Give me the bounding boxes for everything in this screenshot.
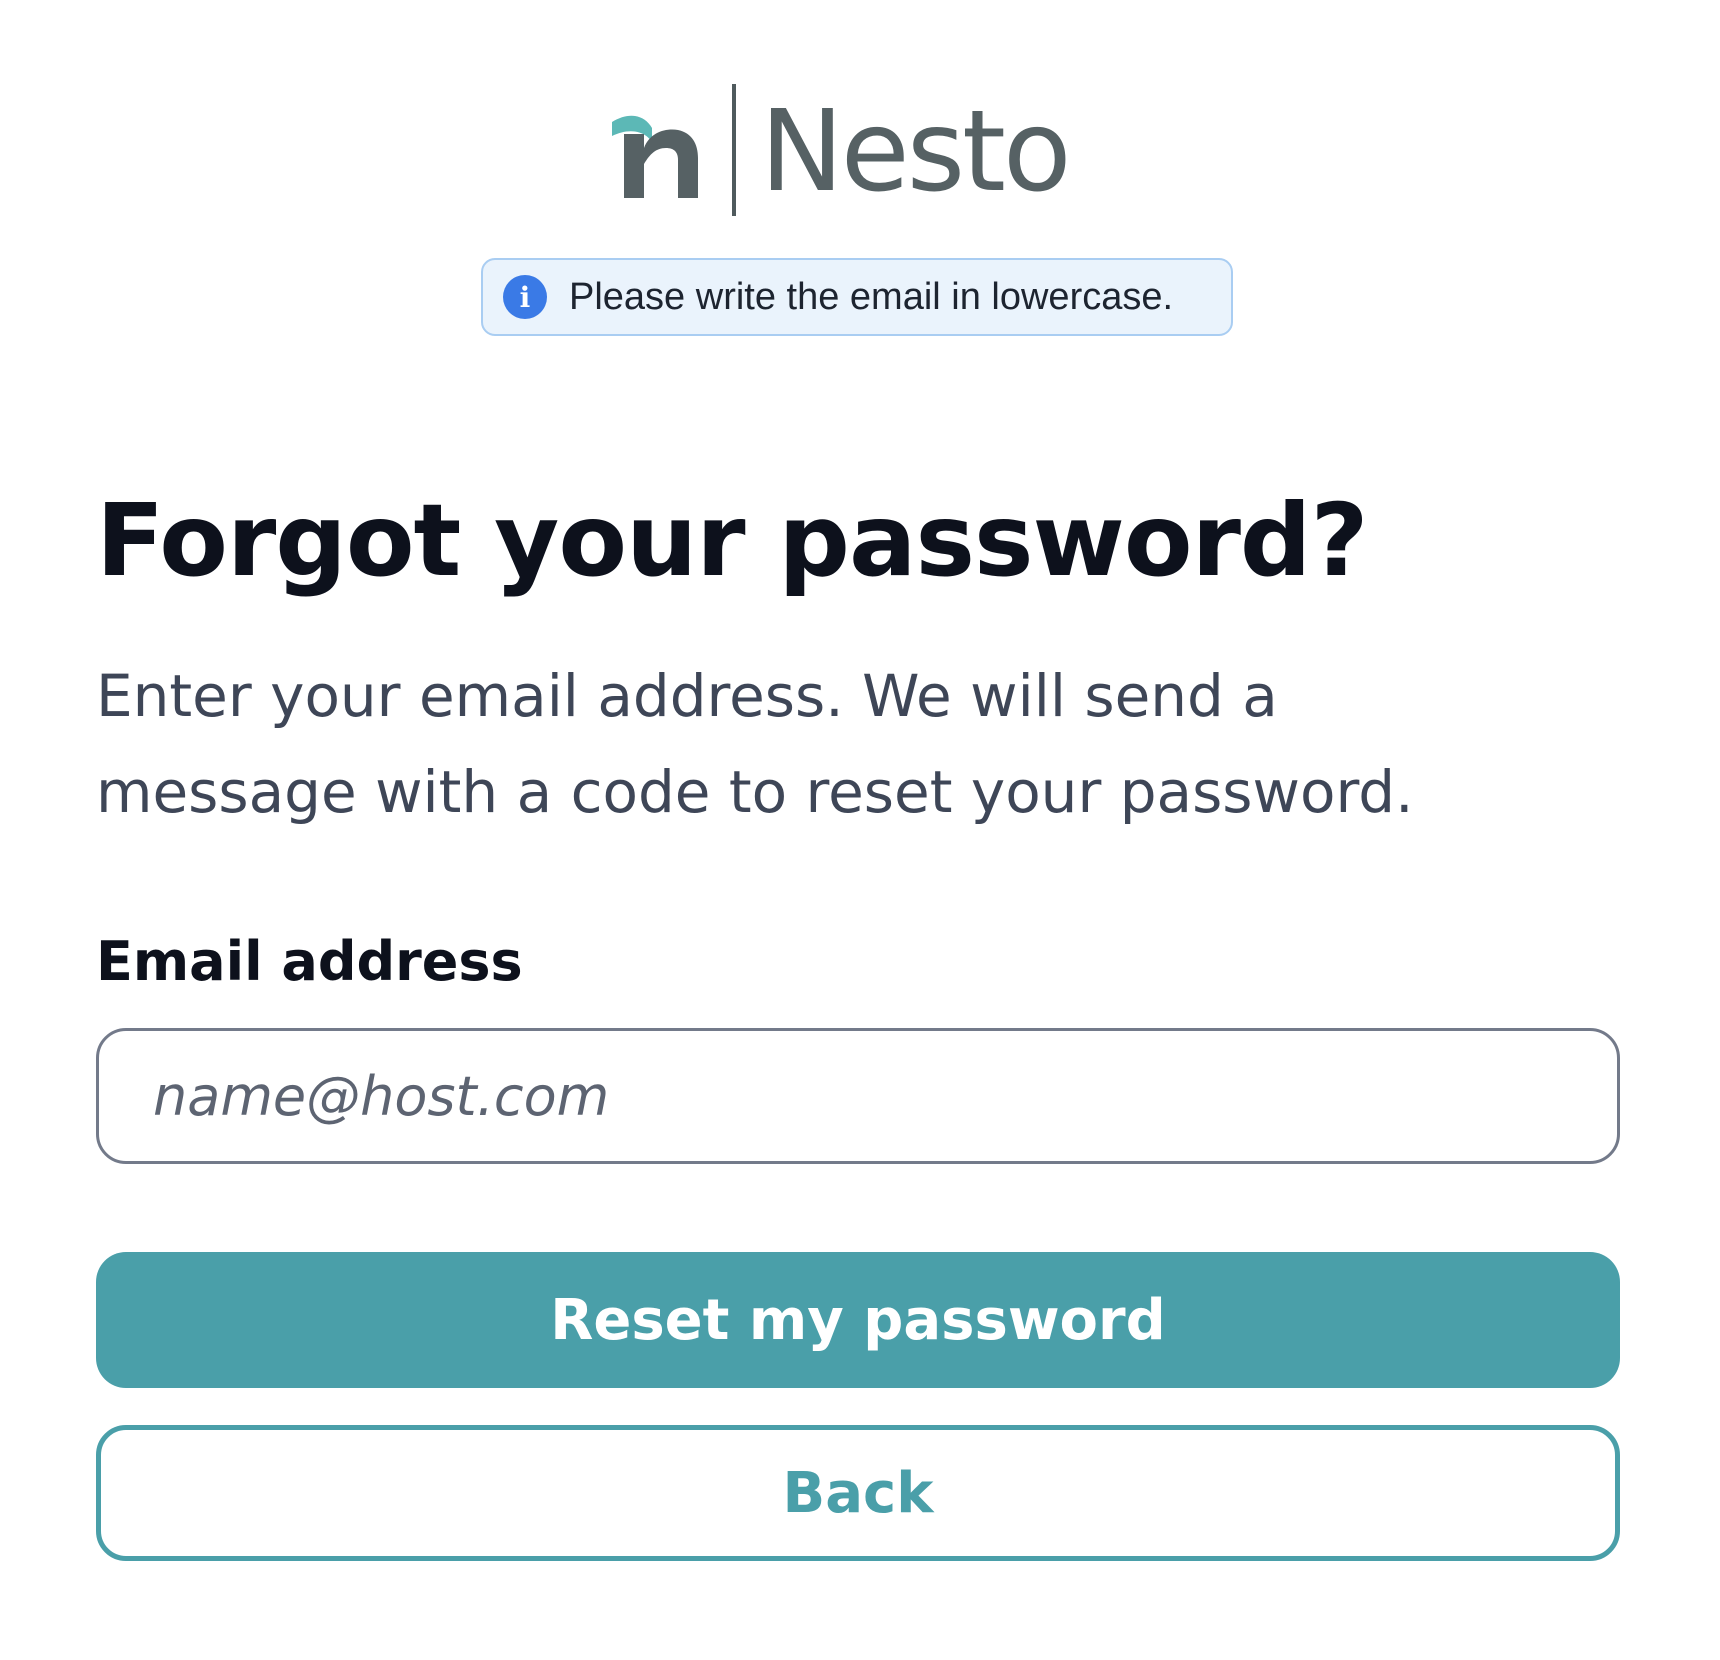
info-banner-text: Please write the email in lowercase.	[569, 275, 1174, 318]
page-description: Enter your email address. We will send a…	[96, 662, 1414, 826]
logo-divider	[732, 84, 736, 216]
info-icon: i	[503, 275, 547, 319]
reset-password-button[interactable]: Reset my password	[96, 1252, 1620, 1388]
nesto-n-logo-icon	[612, 115, 698, 198]
email-field[interactable]	[96, 1028, 1620, 1164]
page-title: Forgot your password?	[96, 482, 1368, 599]
forgot-password-page: Nesto i Please write the email in lowerc…	[0, 0, 1720, 1660]
info-banner: i Please write the email in lowercase.	[481, 258, 1233, 336]
email-field-label: Email address	[96, 930, 523, 993]
logo-wordmark: Nesto	[760, 87, 1071, 217]
nesto-logo: Nesto	[610, 84, 1071, 217]
back-button[interactable]: Back	[96, 1425, 1620, 1561]
